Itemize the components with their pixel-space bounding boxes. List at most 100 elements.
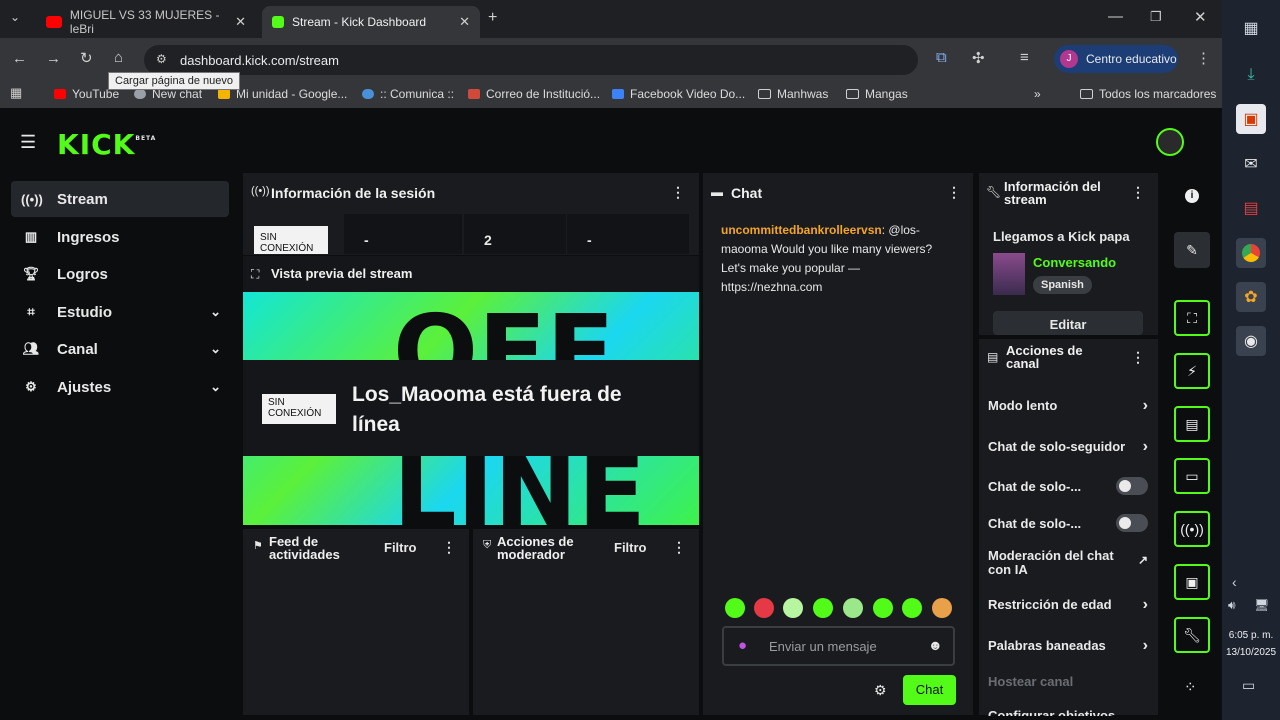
bookmark-correo[interactable]: Correo de Institució... [468, 87, 600, 101]
user-avatar[interactable] [1156, 128, 1184, 156]
calendar-icon[interactable]: ▤ [1236, 193, 1266, 223]
age-restriction-row[interactable]: Restricción de edad › [988, 596, 1148, 613]
downloads-icon[interactable]: ⤓ [1236, 60, 1266, 90]
apps-grid-icon[interactable]: ▦ [10, 85, 22, 101]
address-bar[interactable]: ⚙ dashboard.kick.com/stream [144, 45, 918, 75]
emote-4[interactable] [813, 598, 833, 618]
fl-studio-icon[interactable]: ✿ [1236, 282, 1266, 312]
chat-settings-icon[interactable]: ⚙ [874, 682, 887, 699]
rail-stream-info-button[interactable]: 🔧︎ [1174, 617, 1210, 653]
sidebar-item-ajustes[interactable]: ⚙ Ajustes ⌄ [11, 369, 229, 405]
emote-7[interactable] [902, 598, 922, 618]
tab-search-icon[interactable]: ⌄ [10, 10, 20, 24]
forward-icon[interactable]: → [46, 50, 61, 67]
rail-quick-actions-button[interactable]: ⚡︎ [1174, 353, 1210, 389]
feed-filter-button[interactable]: Filtro [384, 540, 417, 555]
minimize-icon[interactable]: — [1108, 8, 1123, 25]
rail-session-button[interactable]: ((•)) [1174, 511, 1210, 547]
volume-icon[interactable]: 🔊︎ [1228, 598, 1236, 613]
sidebar-item-stream[interactable]: ((•)) Stream [11, 181, 229, 217]
profile-button[interactable]: J Centro educativo [1054, 45, 1178, 73]
chrome-menu-icon[interactable]: ⋮ [1196, 49, 1211, 67]
rail-channel-actions-button[interactable]: ▣ [1174, 564, 1210, 600]
mail-icon[interactable]: ✉ [1236, 149, 1266, 179]
sidebar-item-estudio[interactable]: ⌗ Estudio ⌄ [11, 294, 229, 330]
emote-6[interactable] [873, 598, 893, 618]
emoji-icon[interactable]: ☻ [928, 637, 943, 653]
network-icon[interactable]: 🖥︎ [1254, 598, 1269, 612]
slow-mode-row[interactable]: Modo lento › [988, 397, 1148, 414]
emotes-only-row[interactable]: Chat de solo-... [988, 514, 1148, 532]
translate-icon[interactable]: ⧉ [936, 49, 947, 66]
clock-time[interactable]: 6:05 p. m. [1222, 630, 1280, 641]
bookmark-manhwas[interactable]: Manhwas [758, 87, 828, 101]
close-tab-icon[interactable]: ✕ [235, 14, 246, 30]
tab-youtube[interactable]: MIGUEL VS 33 MUJERES - leBri ✕ [36, 6, 256, 38]
extensions-icon[interactable]: ✣ [972, 49, 985, 67]
edit-layout-button[interactable]: ✎ [1174, 232, 1210, 268]
sidebar-item-ingresos[interactable]: ▥ Ingresos [11, 219, 229, 255]
stream-category[interactable]: Conversando [1033, 255, 1116, 270]
notifications-icon[interactable]: ▭ [1242, 677, 1255, 694]
task-view-icon[interactable]: ▦ [1236, 13, 1266, 43]
mod-filter-button[interactable]: Filtro [614, 540, 647, 555]
chat-username[interactable]: uncommittedbankrolleervsn [721, 223, 882, 237]
emote-1[interactable] [725, 598, 745, 618]
back-icon[interactable]: ← [12, 50, 27, 67]
emote-2[interactable] [754, 598, 774, 618]
followers-only-row[interactable]: Chat de solo-seguidor › [988, 438, 1148, 455]
sidebar-item-logros[interactable]: 🏆︎ Logros [11, 256, 229, 292]
emote-3[interactable] [783, 598, 803, 618]
bookmark-comunica[interactable]: :: Comunica :: [362, 87, 454, 101]
bookmark-facebook-video[interactable]: Facebook Video Do... [612, 87, 745, 101]
stream-info-menu-icon[interactable]: ⋮ [1131, 184, 1145, 201]
media-icon[interactable]: ≡ [1020, 49, 1029, 66]
hamburger-menu-icon[interactable]: ☰ [20, 132, 36, 153]
close-tab-icon[interactable]: ✕ [459, 14, 470, 30]
sidebar-item-label: Logros [57, 265, 108, 283]
ai-moderation-row[interactable]: Moderación del chat con IA ↗ [988, 549, 1148, 577]
chat-input[interactable]: ● Enviar un mensaje ☻ [722, 626, 955, 666]
tab-kick-dashboard[interactable]: Stream - Kick Dashboard ✕ [262, 6, 480, 38]
chevron-left-icon[interactable]: ‹ [1232, 574, 1237, 590]
clock-date[interactable]: 13/10/2025 [1222, 647, 1280, 658]
restore-icon[interactable]: ❐ [1150, 9, 1162, 25]
info-icon[interactable]: i [1185, 189, 1199, 203]
store-icon[interactable]: ▣ [1236, 104, 1266, 134]
channel-actions-icon: ▤ [987, 350, 999, 364]
bookmark-mangas[interactable]: Mangas [846, 87, 908, 101]
emotes-only-toggle[interactable] [1116, 514, 1148, 532]
edit-stream-button[interactable]: Editar [993, 311, 1143, 335]
goals-row[interactable]: Configurar objetivos [988, 708, 1148, 716]
subscribers-only-toggle[interactable] [1116, 477, 1148, 495]
new-tab-icon[interactable]: + [488, 9, 497, 27]
all-bookmarks[interactable]: Todos los marcadores [1080, 87, 1216, 101]
close-window-icon[interactable]: ✕ [1194, 8, 1207, 26]
rail-preview-button[interactable]: ⛶ [1174, 300, 1210, 336]
add-widget-icon[interactable]: ⁘ [1184, 678, 1197, 696]
session-menu-icon[interactable]: ⋮ [671, 184, 685, 201]
rail-notes-button[interactable]: ▤ [1174, 406, 1210, 442]
sidebar-item-canal[interactable]: 👥︎ Canal ⌄ [11, 331, 229, 367]
subscribers-only-row[interactable]: Chat de solo-... [988, 477, 1148, 495]
send-chat-button[interactable]: Chat [903, 675, 956, 705]
bookmarks-overflow-icon[interactable]: » [1034, 87, 1041, 101]
windows-taskbar: ▦ ⤓ ▣ ✉ ▤ ✿ ◉ ‹ 🔊︎ 🖥︎ 6:05 p. m. 13/10/2… [1222, 0, 1280, 720]
emote-8[interactable] [932, 598, 952, 618]
microphone-icon[interactable]: ● [738, 637, 747, 654]
kick-logo[interactable]: KICKBETA [57, 128, 156, 161]
category-thumbnail[interactable] [993, 253, 1025, 295]
chat-menu-icon[interactable]: ⋮ [947, 184, 961, 201]
rail-chat-button[interactable]: ▭ [1174, 458, 1210, 494]
channel-actions-menu-icon[interactable]: ⋮ [1131, 349, 1145, 366]
banned-words-row[interactable]: Palabras baneadas › [988, 637, 1148, 654]
mod-menu-icon[interactable]: ⋮ [672, 539, 686, 556]
feed-menu-icon[interactable]: ⋮ [442, 539, 456, 556]
badge-line: CONEXIÓN [268, 408, 322, 419]
site-info-icon[interactable]: ⚙ [156, 52, 167, 66]
obs-icon[interactable]: ◉ [1236, 326, 1266, 356]
reload-icon[interactable]: ↻ [80, 49, 93, 67]
chrome-icon[interactable] [1236, 238, 1266, 268]
emote-5[interactable] [843, 598, 863, 618]
home-icon[interactable]: ⌂ [114, 49, 123, 66]
